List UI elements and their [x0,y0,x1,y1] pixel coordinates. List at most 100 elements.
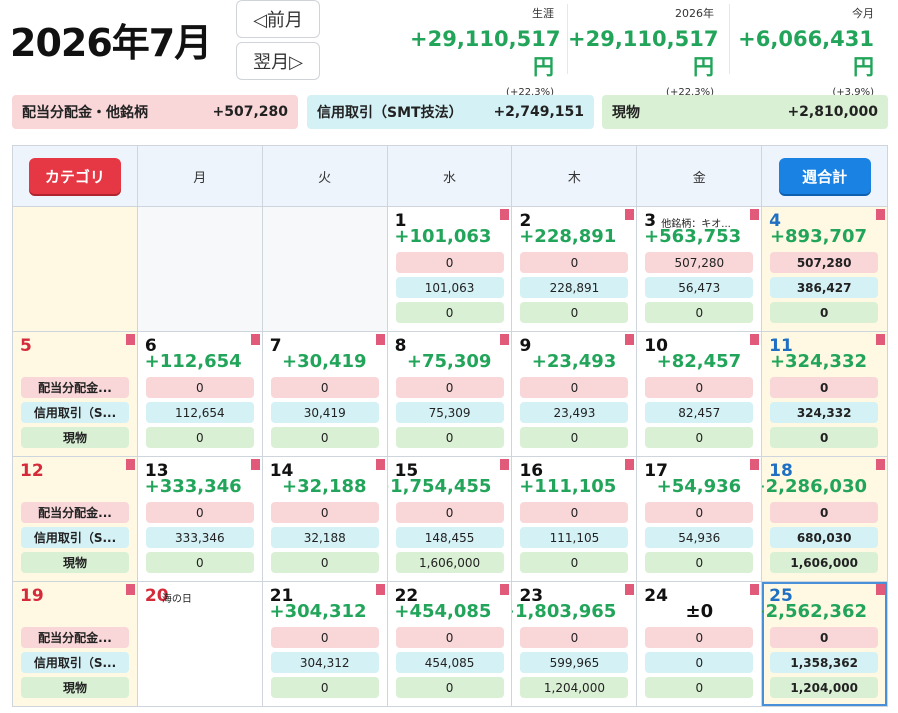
spot-value: 0 [520,552,629,573]
weekday-header: 木 [512,146,638,207]
category-value: +507,280 [212,104,289,120]
day-cell[interactable]: 21 +304,312 0 304,312 0 [262,582,388,707]
day-cell[interactable]: 20 海の日 [137,582,263,707]
day-cell[interactable]: 10 +82,457 0 82,457 0 [637,332,763,457]
day-number: 7 [269,336,282,356]
margin-value: 101,063 [395,277,504,298]
day-number: 8 [394,336,407,356]
summary-lifetime: 生涯 +29,110,517円 (+22.3%) [410,0,566,98]
day-cell[interactable]: 13 +333,346 0 333,346 0 [137,457,263,582]
sunday-cell[interactable]: 12 配当分配金... 信用取引（S... 現物 [13,457,138,582]
day-cell[interactable]: 6 +112,654 0 112,654 0 [137,332,263,457]
day-cell[interactable]: 15+1,754,4550148,4551,606,000 [387,457,513,582]
row-label-margin: 信用取引（S... [21,652,129,673]
row-label-spot: 現物 [21,677,129,698]
day-cell[interactable]: 24 ±0 0 0 0 [637,582,763,707]
note-marker-icon [750,334,760,345]
day-total: +82,457 [656,351,742,372]
summary-value: +6,066,431円 [738,27,874,79]
category-header-cell: カテゴリ [13,146,138,207]
weekday-header: 金 [637,146,763,207]
weekday-header: 水 [387,146,513,207]
prev-month-button[interactable]: ◁前月 [236,0,320,38]
day-number: 19 [20,586,44,606]
category-button[interactable]: カテゴリ [28,158,121,194]
spot-value: 0 [770,427,879,448]
category-name: 現物 [612,105,640,121]
week-total: +893,707 [769,226,868,247]
note-marker-icon [375,584,385,595]
day-total: +75,309 [406,351,492,372]
margin-value: 112,654 [145,402,254,423]
day-total: +112,654 [144,351,242,372]
next-month-button[interactable]: 翌月▷ [236,42,320,80]
note-marker-icon [500,459,510,470]
margin-value: 454,085 [395,652,504,673]
day-cell[interactable]: 23+1,803,9650599,9651,204,000 [512,582,638,707]
calendar-week-row: 1 +101,063 0 101,063 0 2 +228,891 0 228,891 0 3 他銘柄… [13,207,889,332]
day-cell[interactable]: 9 +23,493 0 23,493 0 [512,332,638,457]
week-total-cell[interactable]: 25 +2,562,362 0 1,358,362 1,204,000 [762,582,889,707]
summary-value: +29,110,517円 [568,27,719,79]
weekday-header: 月 [137,146,263,207]
day-total: +111,105 [519,476,617,497]
summary-month: 今月 +6,066,431円 (+3.9%) [730,0,886,98]
dividend-value: 0 [270,627,379,648]
note-marker-icon [250,459,260,470]
day-cell[interactable]: 1 +101,063 0 101,063 0 [387,207,513,332]
summary-value: +29,110,517円 [410,27,561,79]
summary-label: 生涯 [532,7,554,20]
dividend-value: 0 [395,377,504,398]
note-marker-icon [375,459,385,470]
row-label-margin: 信用取引（S... [21,527,129,548]
spot-value: 0 [645,677,754,698]
day-cell[interactable]: 17 +54,936 0 54,936 0 [637,457,763,582]
note-marker-icon [750,584,760,595]
day-number: 9 [519,336,532,356]
note-marker-icon [750,459,760,470]
margin-value: 111,105 [520,527,629,548]
sunday-cell [13,207,138,332]
dividend-value: 0 [770,627,879,648]
day-total: +30,419 [282,351,367,372]
margin-value: 1,358,362 [770,652,879,673]
dividend-value: 0 [270,502,379,523]
row-label-dividend: 配当分配金... [21,502,129,523]
calendar-week-row: 12 配当分配金... 信用取引（S... 現物 13 +333,346 0 333,346 0… [13,457,889,582]
dividend-value: 0 [770,377,879,398]
spot-value: 0 [145,552,254,573]
day-cell[interactable]: 2 +228,891 0 228,891 0 [512,207,638,332]
dividend-value: 0 [395,627,504,648]
category-spot: 現物 +2,810,000 [602,95,888,129]
dividend-value: 0 [270,377,379,398]
margin-value: 75,309 [395,402,504,423]
day-total: +563,753 [644,226,742,247]
margin-value: 23,493 [520,402,629,423]
day-cell[interactable]: 22 +454,085 0 454,085 0 [387,582,513,707]
day-cell[interactable]: 14 +32,188 0 32,188 0 [262,457,388,582]
dividend-value: 0 [645,377,754,398]
day-cell[interactable]: 3 他銘柄：キオ... +563,753 507,280 56,473 0 [637,207,763,332]
sunday-cell[interactable]: 5 配当分配金... 信用取引（S... 現物 [13,332,138,457]
dividend-value: 0 [520,627,629,648]
week-total-cell[interactable]: 4 +893,707 507,280 386,427 0 [762,207,889,332]
day-cell[interactable]: 16 +111,105 0 111,105 0 [512,457,638,582]
row-label-spot: 現物 [21,427,129,448]
day-cell[interactable]: 7 +30,419 0 30,419 0 [262,332,388,457]
spot-value: 0 [395,427,504,448]
weekday-header: 火 [262,146,388,207]
margin-value: 324,332 [770,402,879,423]
week-total-button[interactable]: 週合計 [778,158,871,194]
note-marker-icon [125,584,135,595]
day-total: +228,891 [519,226,617,247]
week-total-cell[interactable]: 18 +2,286,030 0 680,030 1,606,000 [762,457,889,582]
sunday-cell[interactable]: 19 配当分配金... 信用取引（S... 現物 [13,582,138,707]
note-marker-icon [125,459,135,470]
day-total: +32,188 [282,476,367,497]
note-marker-icon [500,209,510,220]
day-cell[interactable]: 8 +75,309 0 75,309 0 [387,332,513,457]
summary-label: 2026年 [675,7,714,20]
week-total-cell[interactable]: 11 +324,332 0 324,332 0 [762,332,889,457]
margin-value: 148,455 [395,527,504,548]
spot-value: 0 [645,552,754,573]
